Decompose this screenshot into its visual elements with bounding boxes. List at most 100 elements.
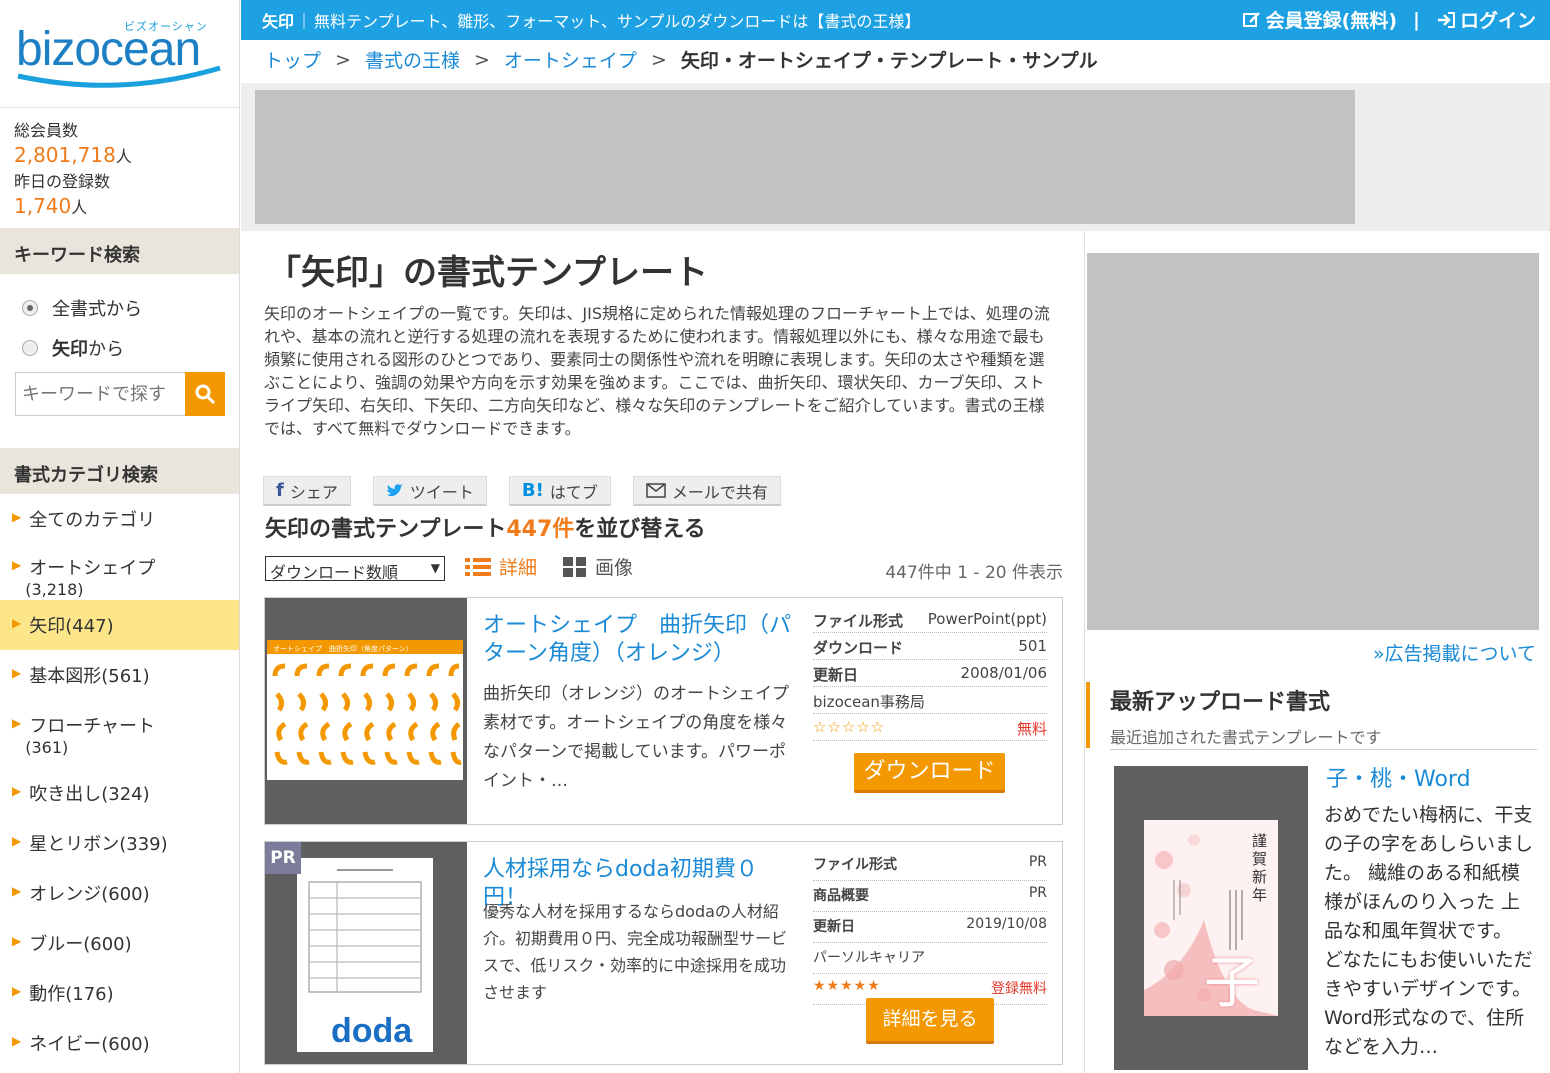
category-stars-ribbons[interactable]: ▶ 星とリボン(339) xyxy=(0,818,239,868)
keyword-search-heading: キーワード検索 xyxy=(0,228,239,274)
breadcrumb-top[interactable]: トップ xyxy=(264,46,321,73)
result-count-heading: 矢印の書式テンプレート447件を並び替える xyxy=(265,511,706,543)
twitter-icon xyxy=(386,484,403,497)
triangle-right-icon: ▶ xyxy=(12,884,22,898)
right-ad-placeholder[interactable] xyxy=(1087,253,1539,630)
category-label: ブルー(600) xyxy=(29,934,132,955)
triangle-right-icon: ▶ xyxy=(12,784,22,798)
category-label: 全てのカテゴリ xyxy=(29,510,156,531)
category-basic-shapes[interactable]: ▶ 基本図形(561) xyxy=(0,650,239,700)
yesterday-count: 1,740 xyxy=(14,194,72,218)
download-button[interactable]: ダウンロード xyxy=(854,753,1005,793)
triangle-right-icon: ▶ xyxy=(12,834,22,848)
left-sidebar: ビズオーシャン bizocean 総会員数 2,801,718人 昨日の登録数 … xyxy=(0,0,240,1073)
breadcrumb-autoshape[interactable]: オートシェイプ xyxy=(504,46,637,73)
category-label: 星とリボン(339) xyxy=(29,834,168,855)
rating-stars-icon: ★★★★★ xyxy=(813,978,881,994)
yesterday-label: 昨日の登録数 xyxy=(14,172,111,191)
breadcrumb-king[interactable]: 書式の王様 xyxy=(365,46,460,73)
category-label: 基本図形(561) xyxy=(29,666,150,687)
triangle-right-icon: ▶ xyxy=(12,984,22,998)
hatena-share-label: はてブ xyxy=(549,482,598,502)
facebook-share-button[interactable]: f シェア xyxy=(263,476,351,506)
category-list: ▶ 全てのカテゴリ ▶ オートシェイプ (3,218) ▶ 矢印(447) ▶ 基本図形(… xyxy=(0,494,239,1073)
hatena-share-button[interactable]: B! はてブ xyxy=(508,476,611,506)
meta-key: ダウンロード xyxy=(813,639,904,657)
hatena-icon: B! xyxy=(521,480,544,501)
search-button[interactable] xyxy=(185,372,225,416)
new-template-title-link[interactable]: 子・桃・Word xyxy=(1326,761,1471,793)
radio-unchecked-icon[interactable] xyxy=(22,340,38,356)
price-label: 無料 xyxy=(1016,720,1047,738)
radio-kw-rest: から xyxy=(88,339,124,360)
meta-downloads: 501 xyxy=(1018,637,1047,655)
category-navy[interactable]: ▶ ネイビー(600) xyxy=(0,1018,239,1068)
meta-file-type: PowerPoint(ppt) xyxy=(927,610,1047,628)
meta-key: ファイル形式 xyxy=(813,612,904,630)
category-label: 吹き出し(324) xyxy=(29,784,150,805)
sort-dropdown[interactable]: ダウンロード数順 ▼ xyxy=(265,556,445,582)
template-card: オートシェイプ 曲折矢印（角度パターン） オートシェイプ 曲折矢印（パターン角度… xyxy=(264,597,1063,825)
search-icon xyxy=(195,384,216,405)
template-title-link[interactable]: オートシェイプ 曲折矢印（パターン角度）（オレンジ） xyxy=(483,612,793,668)
register-label: 会員登録(無料) xyxy=(1265,10,1398,32)
triangle-right-icon: ▶ xyxy=(12,716,22,730)
category-arrow[interactable]: ▶ 矢印(447) xyxy=(0,600,239,650)
category-blue[interactable]: ▶ ブルー(600) xyxy=(0,918,239,968)
right-column: »広告掲載について 最新アップロード書式 最近追加された書式テンプレートです 謹… xyxy=(1086,231,1550,1073)
meta-author[interactable]: bizocean事務局 xyxy=(813,691,925,711)
divider xyxy=(1110,749,1537,750)
dropdown-arrow-icon: ▼ xyxy=(430,561,440,575)
meta-key: 更新日 xyxy=(813,919,855,935)
category-flowchart[interactable]: ▶ フローチャート (361) xyxy=(0,700,239,768)
result-range: 447件中 1 - 20 件表示 xyxy=(885,563,1063,583)
triangle-right-icon: ▶ xyxy=(12,510,22,524)
register-link[interactable]: 会員登録(無料) xyxy=(1242,6,1397,33)
view-image-toggle[interactable]: 画像 xyxy=(563,553,633,580)
new-template-thumbnail[interactable]: 謹賀新年 子 xyxy=(1114,766,1308,1070)
total-members-label: 総会員数 xyxy=(14,121,79,140)
keyword-search-input[interactable] xyxy=(15,372,185,416)
category-label: オレンジ(600) xyxy=(29,884,150,905)
total-members: 2,801,718 xyxy=(14,143,116,167)
twitter-share-button[interactable]: ツイート xyxy=(372,476,487,506)
view-detail-toggle[interactable]: 詳細 xyxy=(465,553,537,580)
category-autoshape[interactable]: ▶ オートシェイプ (3,218) xyxy=(0,544,239,600)
see-details-button[interactable]: 詳細を見る xyxy=(866,998,994,1044)
topbar-separator: ｜ xyxy=(296,12,313,31)
category-callouts[interactable]: ▶ 吹き出し(324) xyxy=(0,768,239,818)
arrow-sample-image: オートシェイプ 曲折矢印（角度パターン） xyxy=(267,640,463,780)
meta-updated: 2019/10/08 xyxy=(966,916,1047,932)
pr-thumbnail[interactable]: doda PR xyxy=(265,842,467,1064)
login-icon xyxy=(1437,11,1455,28)
breadcrumb-sep: > xyxy=(335,48,351,71)
radio-checked-icon[interactable] xyxy=(22,300,38,316)
radio-kw-bold: 矢印 xyxy=(52,339,88,360)
radio-keyword-formats[interactable]: 矢印 から xyxy=(0,328,239,368)
category-label: 矢印(447) xyxy=(29,616,114,637)
main-content: 「矢印」の書式テンプレート 矢印のオートシェイプの一覧です。矢印は、JIS規格に… xyxy=(241,231,1085,1073)
grid-icon xyxy=(563,556,586,577)
login-link[interactable]: ログイン xyxy=(1436,6,1536,33)
category-all[interactable]: ▶ 全てのカテゴリ xyxy=(0,494,239,544)
mail-share-button[interactable]: メールで共有 xyxy=(632,476,781,506)
thumb-header: オートシェイプ 曲折矢印（角度パターン） xyxy=(273,644,413,653)
category-action[interactable]: ▶ 動作(176) xyxy=(0,968,239,1018)
meta-key: ファイル形式 xyxy=(813,857,897,873)
card-greeting: 謹賀新年 xyxy=(1252,832,1268,904)
form-document-icon xyxy=(308,869,422,993)
category-label: オートシェイプ xyxy=(29,558,156,579)
share-buttons: f シェア ツイート B! はてブ メールで共有 xyxy=(263,476,781,506)
template-thumbnail[interactable]: オートシェイプ 曲折矢印（角度パターン） xyxy=(265,598,467,824)
breadcrumb: トップ > 書式の王様 > オートシェイプ > 矢印・オートシェイプ・テンプレー… xyxy=(264,46,1098,73)
top-ad-placeholder[interactable] xyxy=(255,90,1355,224)
ad-info-link[interactable]: »広告掲載について xyxy=(1373,639,1536,666)
category-label: 動作(176) xyxy=(29,984,114,1005)
keyword-search-box xyxy=(15,372,225,416)
category-count: (3,218) xyxy=(25,580,84,599)
page-title: 「矢印」の書式テンプレート xyxy=(267,253,708,293)
site-logo[interactable]: ビズオーシャン bizocean xyxy=(0,0,239,108)
category-orange[interactable]: ▶ オレンジ(600) xyxy=(0,868,239,918)
radio-all-formats[interactable]: 全書式から xyxy=(0,288,239,328)
triangle-right-icon: ▶ xyxy=(12,558,22,572)
